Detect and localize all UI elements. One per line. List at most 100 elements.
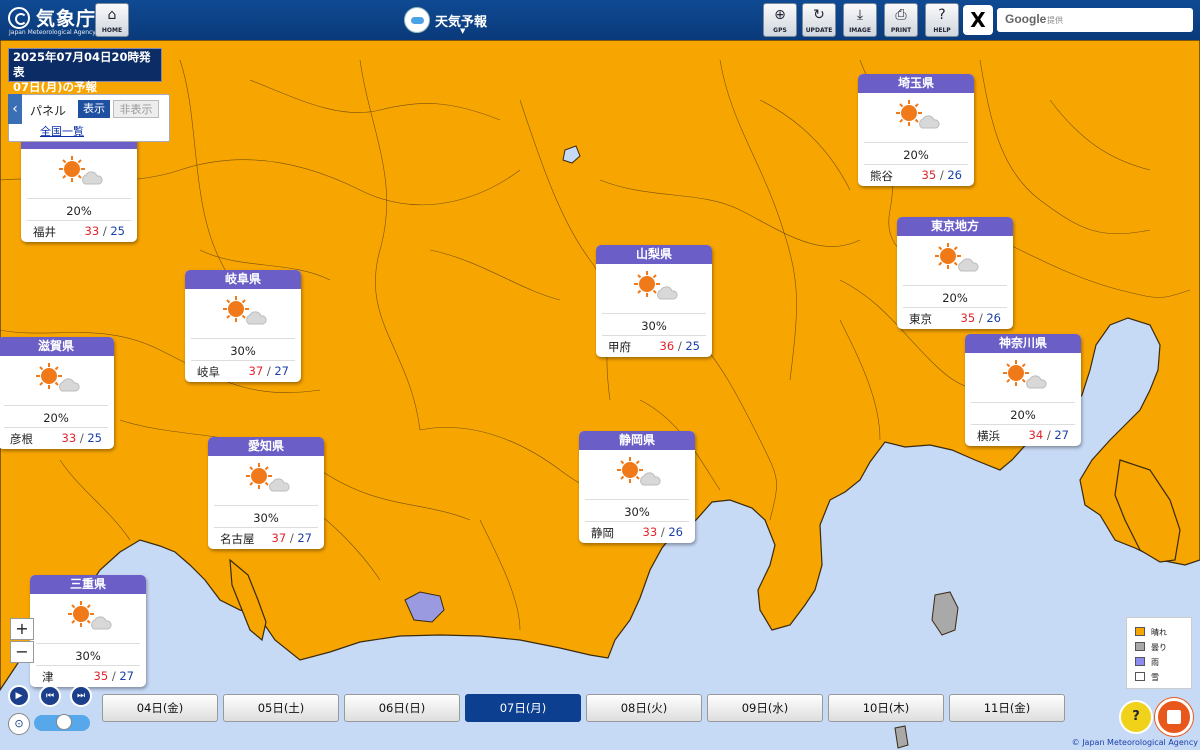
- gps-button[interactable]: ⊕ GPS: [763, 3, 797, 37]
- max-temp: 35: [93, 669, 109, 683]
- top-header-bar: 気象庁 Japan Meteorological Agency ⌂ HOME 天…: [0, 0, 1200, 40]
- date-tab[interactable]: 06日(日): [344, 694, 460, 722]
- sunny-partly-cloudy-icon: [896, 100, 940, 129]
- book-icon[interactable]: [1155, 698, 1193, 736]
- image-button[interactable]: ⤓ IMAGE: [843, 3, 877, 37]
- print-label: PRINT: [890, 27, 912, 34]
- update-button[interactable]: ↻ UPDATE: [802, 3, 836, 37]
- precipitation-probability: 30%: [230, 344, 256, 358]
- skip-back-button[interactable]: ⏮: [39, 685, 61, 707]
- search-input[interactable]: Google 提供: [997, 8, 1193, 32]
- forecast-card[interactable]: 神奈川県 20% 横浜 34 / 27: [965, 334, 1081, 446]
- card-city-name: 名古屋: [220, 532, 255, 546]
- precipitation-probability: 20%: [942, 291, 968, 305]
- zoom-out-button[interactable]: −: [10, 641, 34, 663]
- play-button[interactable]: ▶: [8, 685, 30, 707]
- panel-show-button[interactable]: 表示: [78, 100, 110, 118]
- legend-label: 曇り: [1151, 643, 1167, 652]
- forecast-card[interactable]: 山梨県 30% 甲府 36 / 25: [596, 245, 712, 357]
- card-city-name: 甲府: [608, 340, 631, 354]
- date-tab[interactable]: 04日(金): [102, 694, 218, 722]
- zoom-in-button[interactable]: +: [10, 618, 34, 640]
- forecast-card[interactable]: 岐阜県 30% 岐阜 37 / 27: [185, 270, 301, 382]
- date-tab[interactable]: 09日(水): [707, 694, 823, 722]
- temperature-range: 33 / 25: [84, 224, 125, 238]
- date-tab-active[interactable]: 07日(月): [465, 694, 581, 722]
- temperature-range: 36 / 25: [659, 339, 700, 353]
- weather-legend: 晴れ 曇り 雨 雪: [1126, 617, 1192, 689]
- card-city-name: 静岡: [591, 526, 614, 540]
- min-temp: 27: [1054, 428, 1069, 442]
- download-icon: ⤓: [856, 7, 864, 23]
- skip-forward-button[interactable]: ⏭: [70, 685, 92, 707]
- image-label: IMAGE: [849, 27, 871, 34]
- precipitation-probability: 20%: [43, 411, 69, 425]
- help-button[interactable]: ? HELP: [925, 3, 959, 37]
- print-button[interactable]: ⎙ PRINT: [884, 3, 918, 37]
- temperature-range: 33 / 26: [642, 525, 683, 539]
- forecast-card[interactable]: 東京地方 20% 東京 35 / 26: [897, 217, 1013, 329]
- x-share-button[interactable]: X: [963, 5, 993, 35]
- max-temp: 33: [642, 525, 658, 539]
- home-button[interactable]: ⌂ HOME: [95, 3, 129, 37]
- card-city-name: 岐阜: [197, 365, 220, 379]
- min-temp: 26: [947, 168, 962, 182]
- forecast-card[interactable]: 20% 福井 33 / 25: [21, 130, 137, 242]
- sunny-partly-cloudy-icon: [246, 463, 290, 492]
- panel-hide-button[interactable]: 非表示: [113, 100, 159, 118]
- sunny-partly-cloudy-icon: [223, 296, 267, 325]
- date-tab[interactable]: 05日(土): [223, 694, 339, 722]
- legend-swatch-snow: [1135, 672, 1145, 681]
- max-temp: 33: [84, 224, 100, 238]
- sunny-partly-cloudy-icon: [36, 363, 80, 392]
- panel-collapse-button[interactable]: ‹: [8, 94, 22, 124]
- jma-logo-icon[interactable]: [8, 7, 30, 29]
- legend-swatch-rain: [1135, 657, 1145, 666]
- gps-icon: ⊕: [774, 7, 786, 23]
- sunny-partly-cloudy-icon: [1003, 360, 1047, 389]
- temperature-range: 35 / 26: [921, 168, 962, 182]
- card-prefecture-name: 滋賀県: [0, 337, 114, 356]
- max-temp: 37: [248, 364, 264, 378]
- precipitation-probability: 20%: [66, 204, 92, 218]
- forecast-card[interactable]: 静岡県 30% 静岡 33 / 26: [579, 431, 695, 543]
- issued-time-text: 2025年07月04日20時発表: [13, 50, 151, 79]
- card-prefecture-name: 東京地方: [897, 217, 1013, 236]
- date-tab[interactable]: 10日(木): [828, 694, 944, 722]
- max-temp: 37: [271, 531, 287, 545]
- gps-label: GPS: [773, 27, 787, 34]
- chevron-down-icon: ▼: [460, 27, 466, 35]
- temperature-range: 35 / 27: [93, 669, 134, 683]
- min-temp: 25: [685, 339, 700, 353]
- location-pin-icon[interactable]: ⊙: [8, 713, 30, 735]
- precipitation-probability: 20%: [903, 148, 929, 162]
- date-tab[interactable]: 11日(金): [949, 694, 1065, 722]
- panel-label: パネル: [30, 104, 67, 118]
- card-city-name: 熊谷: [870, 169, 893, 183]
- card-prefecture-name: 埼玉県: [858, 74, 974, 93]
- legend-label: 雪: [1151, 673, 1159, 682]
- forecast-card[interactable]: 埼玉県 20% 熊谷 35 / 26: [858, 74, 974, 186]
- opacity-slider-handle[interactable]: [56, 714, 72, 730]
- help-guide-icon[interactable]: ?: [1119, 700, 1153, 734]
- min-temp: 25: [110, 224, 125, 238]
- national-list-link[interactable]: 全国一覧: [40, 123, 84, 139]
- logo-title[interactable]: 気象庁: [36, 4, 96, 31]
- date-tab[interactable]: 08日(火): [586, 694, 702, 722]
- forecast-card[interactable]: 三重県 30% 津 35 / 27: [30, 575, 146, 687]
- forecast-card[interactable]: 愛知県 30% 名古屋 37 / 27: [208, 437, 324, 549]
- help-label: HELP: [933, 27, 951, 34]
- google-sub-label: 提供: [1047, 16, 1063, 25]
- sunny-partly-cloudy-icon: [617, 457, 661, 486]
- card-prefecture-name: 三重県: [30, 575, 146, 594]
- precipitation-probability: 30%: [75, 649, 101, 663]
- min-temp: 25: [87, 431, 102, 445]
- legend-label: 雨: [1151, 658, 1159, 667]
- home-label: HOME: [101, 27, 123, 34]
- forecast-card[interactable]: 滋賀県 20% 彦根 33 / 25: [0, 337, 114, 449]
- card-city-name: 東京: [909, 312, 932, 326]
- update-label: UPDATE: [805, 27, 833, 34]
- min-temp: 26: [986, 311, 1001, 325]
- temperature-range: 37 / 27: [248, 364, 289, 378]
- max-temp: 34: [1028, 428, 1044, 442]
